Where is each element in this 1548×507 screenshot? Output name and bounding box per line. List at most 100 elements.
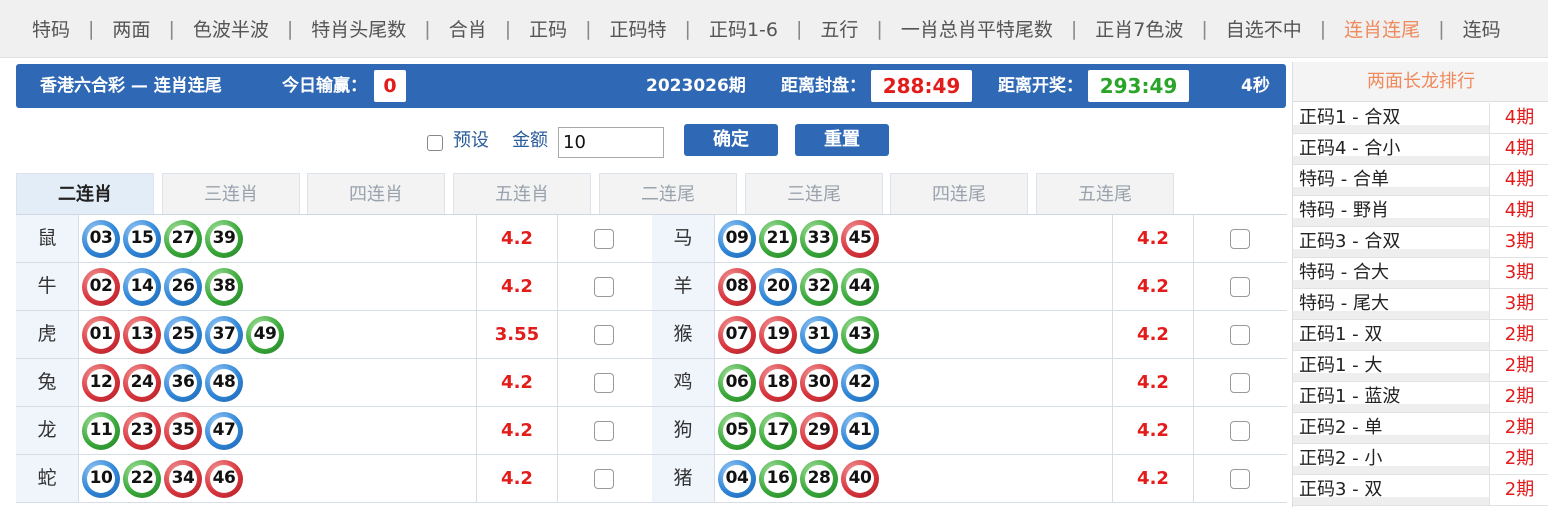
long-dragon-title: 两面长龙排行 bbox=[1293, 62, 1548, 102]
lottery-ball: 43 bbox=[841, 315, 879, 354]
nav-item[interactable]: 特肖头尾数 bbox=[311, 15, 406, 42]
long-dragon-name: 正码3 - 双 bbox=[1299, 479, 1383, 500]
ball-number: 38 bbox=[212, 276, 236, 296]
odds-value: 4.2 bbox=[1137, 468, 1169, 489]
long-dragon-count: 2期 bbox=[1489, 351, 1548, 381]
lottery-ball: 33 bbox=[800, 219, 838, 258]
amount-input[interactable] bbox=[558, 127, 664, 158]
select-checkbox[interactable] bbox=[594, 469, 614, 489]
ball-number: 14 bbox=[130, 276, 154, 296]
ball-number: 19 bbox=[766, 324, 790, 344]
nav-separator: | bbox=[1070, 17, 1078, 40]
ball-number: 20 bbox=[766, 276, 790, 296]
zodiac-label: 鼠 bbox=[16, 215, 78, 262]
nav-item[interactable]: 特码 bbox=[32, 15, 70, 42]
ball-number: 06 bbox=[725, 372, 749, 392]
ball-number: 24 bbox=[130, 372, 154, 392]
long-dragon-row: 正码3 - 双 2期 bbox=[1293, 475, 1548, 506]
ball-number: 31 bbox=[807, 324, 831, 344]
ball-number: 09 bbox=[725, 228, 749, 248]
lottery-ball: 03 bbox=[82, 219, 120, 258]
confirm-button[interactable]: 确定 bbox=[684, 124, 778, 156]
divider bbox=[557, 455, 558, 502]
ball-number: 18 bbox=[766, 372, 790, 392]
ball-number: 23 bbox=[130, 420, 154, 440]
ball-number: 08 bbox=[725, 276, 749, 296]
select-checkbox[interactable] bbox=[594, 325, 614, 345]
close-countdown: 288:49 bbox=[871, 70, 972, 102]
nav-item[interactable]: 合肖 bbox=[449, 15, 487, 42]
ball-number: 39 bbox=[212, 228, 236, 248]
tab-item[interactable]: 三连尾 bbox=[745, 173, 883, 214]
lottery-ball: 26 bbox=[164, 267, 202, 306]
divider bbox=[557, 215, 558, 262]
select-checkbox[interactable] bbox=[1230, 469, 1250, 489]
long-dragon-name: 正码2 - 小 bbox=[1299, 448, 1383, 469]
divider bbox=[1193, 311, 1194, 358]
select-checkbox[interactable] bbox=[1230, 277, 1250, 297]
select-checkbox[interactable] bbox=[1230, 229, 1250, 249]
nav-item[interactable]: 自选不中 bbox=[1226, 15, 1302, 42]
ball-number: 10 bbox=[89, 468, 113, 488]
nav-item[interactable]: 正码1-6 bbox=[709, 15, 778, 42]
lottery-ball: 37 bbox=[205, 315, 243, 354]
nav-item[interactable]: 正码 bbox=[529, 15, 567, 42]
select-checkbox[interactable] bbox=[1230, 421, 1250, 441]
long-dragon-row: 特码 - 野肖 4期 bbox=[1293, 196, 1548, 227]
reset-button[interactable]: 重置 bbox=[795, 124, 889, 156]
number-balls: 07 19 31 43 bbox=[714, 311, 1112, 358]
tab-item[interactable]: 五连肖 bbox=[453, 173, 591, 214]
long-dragon-name: 特码 - 野肖 bbox=[1299, 200, 1389, 221]
lottery-ball: 42 bbox=[841, 363, 879, 402]
nav-item[interactable]: 两面 bbox=[112, 15, 150, 42]
lottery-ball: 39 bbox=[205, 219, 243, 258]
zodiac-label: 鸡 bbox=[652, 359, 714, 406]
select-checkbox[interactable] bbox=[1230, 373, 1250, 393]
tab-item[interactable]: 四连尾 bbox=[890, 173, 1028, 214]
lottery-ball: 27 bbox=[164, 219, 202, 258]
tab-item[interactable]: 五连尾 bbox=[1036, 173, 1174, 214]
select-checkbox[interactable] bbox=[594, 421, 614, 441]
divider bbox=[557, 407, 558, 454]
tab-item[interactable]: 二连肖 bbox=[16, 173, 154, 214]
preset-checkbox[interactable] bbox=[427, 135, 443, 151]
ball-number: 47 bbox=[212, 420, 236, 440]
number-balls: 02 14 26 38 bbox=[78, 263, 476, 310]
lottery-ball: 30 bbox=[800, 363, 838, 402]
select-checkbox[interactable] bbox=[1230, 325, 1250, 345]
nav-item[interactable]: 色波半波 bbox=[193, 15, 269, 42]
long-dragon-name: 正码3 - 合双 bbox=[1299, 231, 1401, 252]
zodiac-label: 牛 bbox=[16, 263, 78, 310]
tab-item[interactable]: 四连肖 bbox=[307, 173, 445, 214]
select-checkbox[interactable] bbox=[594, 277, 614, 297]
long-dragon-name: 特码 - 合大 bbox=[1299, 262, 1389, 283]
number-balls: 05 17 29 41 bbox=[714, 407, 1112, 454]
odds-value: 4.2 bbox=[1137, 228, 1169, 249]
nav-item[interactable]: 正码特 bbox=[610, 15, 667, 42]
lottery-ball: 11 bbox=[82, 411, 120, 450]
lottery-ball: 22 bbox=[123, 459, 161, 498]
divider bbox=[557, 263, 558, 310]
long-dragon-name: 正码1 - 合双 bbox=[1299, 107, 1401, 128]
ball-number: 45 bbox=[848, 228, 872, 248]
nav-item[interactable]: 正肖7色波 bbox=[1095, 15, 1183, 42]
tab-item[interactable]: 二连尾 bbox=[599, 173, 737, 214]
nav-item[interactable]: 五行 bbox=[820, 15, 858, 42]
select-checkbox[interactable] bbox=[594, 373, 614, 393]
divider bbox=[1193, 359, 1194, 406]
number-balls: 01 13 25 37 49 bbox=[78, 311, 476, 358]
odds-value: 4.2 bbox=[1137, 372, 1169, 393]
nav-item[interactable]: 一肖总肖平特尾数 bbox=[901, 15, 1053, 42]
number-balls: 03 15 27 39 bbox=[78, 215, 476, 262]
ball-number: 22 bbox=[130, 468, 154, 488]
long-dragon-row: 正码4 - 合小 4期 bbox=[1293, 134, 1548, 165]
select-checkbox[interactable] bbox=[594, 229, 614, 249]
close-label: 距离封盘： bbox=[781, 76, 866, 96]
number-balls: 06 18 30 42 bbox=[714, 359, 1112, 406]
lottery-ball: 15 bbox=[123, 219, 161, 258]
nav-item[interactable]: 连肖连尾 bbox=[1344, 15, 1420, 42]
long-dragon-count: 4期 bbox=[1489, 134, 1548, 164]
odds-value: 4.2 bbox=[501, 420, 533, 441]
nav-item[interactable]: 连码 bbox=[1463, 15, 1501, 42]
tab-item[interactable]: 三连肖 bbox=[162, 173, 300, 214]
